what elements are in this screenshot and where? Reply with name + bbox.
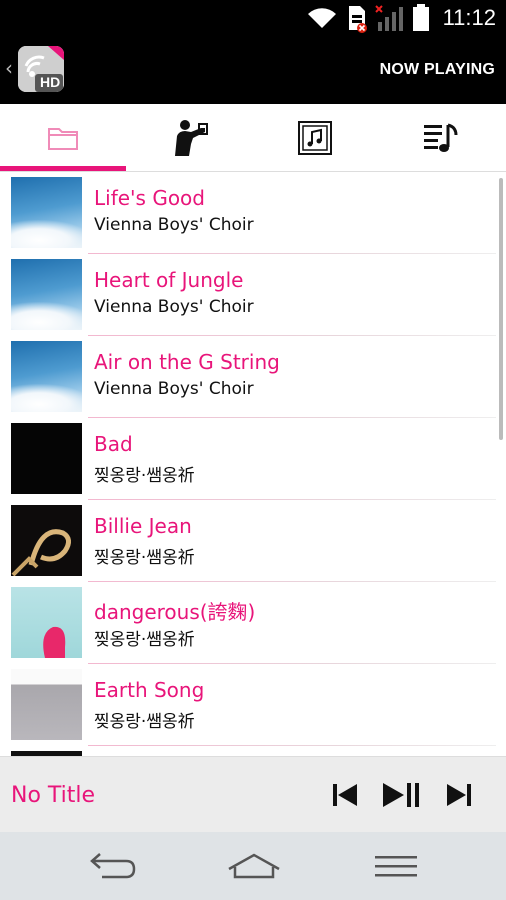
tab-folder[interactable]	[0, 104, 126, 172]
sim-card-icon	[349, 6, 367, 33]
album-art	[11, 669, 82, 740]
next-button[interactable]	[444, 777, 474, 813]
nav-back-button[interactable]	[82, 846, 142, 886]
tab-artist[interactable]	[126, 104, 252, 172]
list-item[interactable]: Bad 찢옹랑·쌤옹祈	[0, 418, 506, 500]
folder-icon	[48, 128, 78, 150]
home-icon	[228, 853, 280, 879]
next-icon	[447, 784, 471, 806]
list-item[interactable]: Billie Jean 찢옹랑·쌤옹祈	[0, 500, 506, 582]
album-art	[11, 505, 82, 576]
album-art	[11, 177, 82, 248]
nav-home-button[interactable]	[224, 846, 284, 886]
song-artist: 찢옹랑·쌤옹祈	[94, 466, 195, 486]
song-artist: 찢옹랑·쌤옹祈	[94, 630, 195, 650]
status-bar: 11:12	[0, 0, 506, 36]
play-pause-button[interactable]	[380, 777, 424, 813]
song-artist: Vienna Boys' Choir	[94, 297, 254, 317]
back-icon	[90, 853, 136, 879]
previous-icon	[333, 784, 357, 806]
list-item[interactable]: Air on the G String Vienna Boys' Choir	[0, 336, 506, 418]
wifi-icon	[308, 8, 336, 28]
artist-icon	[175, 120, 208, 156]
song-artist: Vienna Boys' Choir	[94, 379, 254, 399]
battery-icon	[413, 4, 429, 31]
app-logo-text: HD	[40, 74, 61, 90]
song-title: Life's Good	[94, 186, 205, 210]
dangerous-art-graphic	[43, 626, 66, 658]
tab-bar	[0, 104, 506, 172]
scrollbar[interactable]	[499, 178, 503, 440]
tab-playlist[interactable]	[378, 104, 504, 172]
song-artist: Vienna Boys' Choir	[94, 215, 254, 235]
tab-album[interactable]	[252, 104, 378, 172]
system-nav-bar	[0, 832, 506, 900]
song-title: Billie Jean	[94, 514, 192, 538]
menu-icon	[375, 856, 417, 877]
album-art	[11, 259, 82, 330]
play-pause-icon	[383, 783, 419, 807]
list-item[interactable]: dangerous(誇麴) 찢옹랑·쌤옹祈	[0, 582, 506, 664]
album-art	[11, 587, 82, 658]
song-title: Air on the G String	[94, 350, 280, 374]
album-art	[11, 423, 82, 494]
app-header: ‹ HD NOW PLAYING	[0, 36, 506, 104]
song-title: Earth Song	[94, 678, 205, 702]
player-title[interactable]: No Title	[11, 783, 95, 808]
list-item[interactable]: Heart of Jungle Vienna Boys' Choir	[0, 254, 506, 336]
song-title: Bad	[94, 432, 133, 456]
album-icon	[298, 121, 332, 155]
song-title: dangerous(誇麴)	[94, 600, 256, 624]
playlist-icon	[424, 123, 458, 152]
status-time: 11:12	[442, 5, 496, 30]
back-chevron-icon[interactable]: ‹	[5, 58, 13, 78]
list-item[interactable]: Life's Good Vienna Boys' Choir	[0, 172, 506, 254]
song-title: Heart of Jungle	[94, 268, 244, 292]
album-art	[11, 341, 82, 412]
billie-art-graphic	[11, 529, 71, 576]
song-artist: 찢옹랑·쌤옹祈	[94, 712, 195, 732]
signal-icon	[375, 5, 403, 31]
previous-button[interactable]	[330, 777, 360, 813]
song-list[interactable]: Life's Good Vienna Boys' Choir Heart of …	[0, 172, 506, 756]
mini-player[interactable]: No Title	[0, 756, 506, 832]
list-item[interactable]: Earth Song 찢옹랑·쌤옹祈	[0, 664, 506, 746]
now-playing-button[interactable]: NOW PLAYING	[380, 61, 495, 79]
list-item[interactable]	[0, 746, 506, 756]
song-artist: 찢옹랑·쌤옹祈	[94, 548, 195, 568]
app-logo[interactable]: HD	[18, 46, 64, 92]
nav-menu-button[interactable]	[366, 846, 426, 886]
